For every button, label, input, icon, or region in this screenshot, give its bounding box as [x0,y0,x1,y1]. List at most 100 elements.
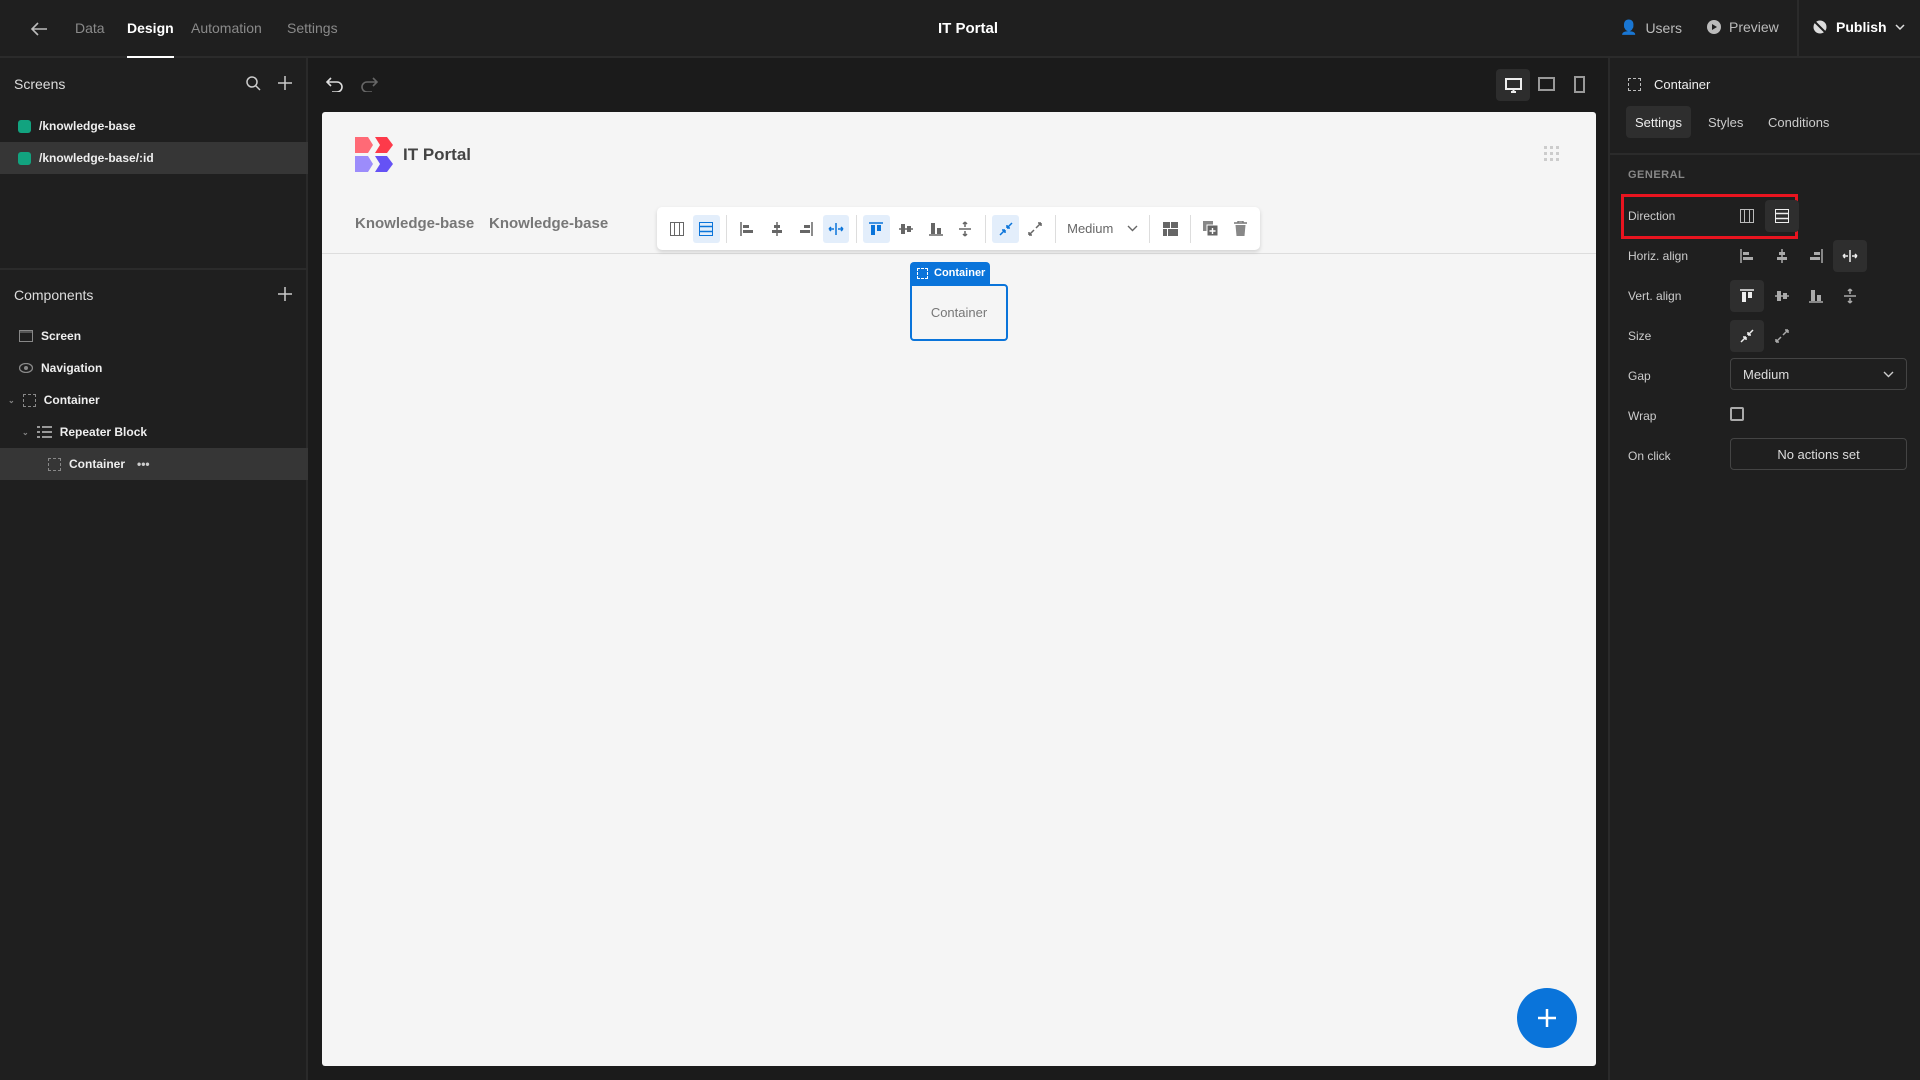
container-text: Container [930,305,988,320]
preview-label: Preview [1729,19,1779,35]
align-left-button[interactable] [1730,240,1764,272]
valign-top-button[interactable] [863,214,890,243]
add-component-icon[interactable] [278,287,292,301]
onclick-actions-button[interactable]: No actions set [1730,438,1907,470]
align-right-icon [1810,249,1823,263]
divider [0,268,308,270]
stretch-horizontal-icon [828,222,844,235]
users-button[interactable]: 👤 Users [1620,19,1682,36]
direction-label: Direction [1628,209,1676,223]
preview-button[interactable]: Preview [1707,19,1779,35]
delete-button[interactable] [1227,215,1254,243]
align-center-button[interactable] [763,215,790,243]
gap-label: Gap [1628,369,1651,383]
gap-select[interactable]: Medium [1730,358,1907,390]
gap-select[interactable]: Medium [1061,221,1144,236]
list-icon [36,425,52,438]
nav-link[interactable]: Knowledge-base [489,215,608,232]
valign-stretch-button[interactable] [952,215,979,243]
align-right-icon [800,221,813,236]
add-screen-icon[interactable] [278,76,292,90]
valign-middle-button[interactable] [1765,280,1799,312]
valign-bottom-icon [1809,290,1823,303]
valign-bottom-button[interactable] [922,215,949,243]
container-icon [48,457,61,471]
trash-icon [1233,221,1247,236]
direction-row-button[interactable] [693,214,720,243]
tab-settings-panel[interactable]: Settings [1626,106,1691,138]
tree-item-repeater-block[interactable]: ⌄ Repeater Block [0,416,308,448]
onclick-label: On click [1628,449,1671,463]
stretch-vertical-icon [959,220,972,237]
left-sidebar: Screens /knowledge-base /knowledge-base/… [0,58,308,1080]
size-grow-button[interactable] [1765,320,1799,352]
align-left-button[interactable] [734,215,761,243]
align-right-button[interactable] [1799,240,1833,272]
tree-label: Navigation [41,361,103,375]
size-shrink-button[interactable] [1730,320,1764,352]
align-right-button[interactable] [793,215,820,243]
valign-stretch-button[interactable] [1833,280,1867,312]
direction-column-button[interactable] [1730,200,1764,232]
preview-canvas: IT Portal Knowledge-base Knowledge-base … [322,112,1596,1066]
stretch-vertical-icon [1844,288,1856,304]
align-stretch-button[interactable] [1833,240,1867,272]
more-options-icon[interactable]: ••• [137,457,150,471]
gap-select-value: Medium [1067,221,1114,236]
drag-grid-icon[interactable] [1544,146,1560,162]
selected-container[interactable]: Container [910,284,1008,341]
size-shrink-button[interactable] [992,214,1020,243]
screen-label: /knowledge-base/:id [39,151,154,165]
size-grow-button[interactable] [1022,215,1049,243]
valign-middle-icon [1775,291,1789,301]
screen-item[interactable]: /knowledge-base [0,110,308,142]
direction-row-button[interactable] [1765,200,1799,232]
vert-align-label: Vert. align [1628,289,1682,303]
align-center-icon [1777,249,1787,263]
valign-middle-button[interactable] [893,215,920,243]
wrap-layout-button[interactable] [1157,215,1184,243]
divider [985,214,986,243]
tree-item-container-selected[interactable]: Container ••• [0,448,308,480]
users-label: Users [1645,19,1682,36]
publish-label: Publish [1836,19,1887,35]
tablet-icon[interactable] [1538,77,1555,91]
align-left-icon [1740,249,1753,263]
redo-icon[interactable] [360,76,378,92]
shrink-icon [1740,329,1754,343]
floating-toolbar: Medium [657,207,1260,250]
undo-icon[interactable] [326,76,344,92]
desktop-view-button[interactable] [1496,69,1530,101]
publish-off-icon [1813,20,1827,34]
tree-item-navigation[interactable]: Navigation [0,352,308,384]
search-icon[interactable] [246,76,261,91]
nav-divider [322,253,1596,254]
valign-top-button[interactable] [1730,280,1764,312]
screen-item[interactable]: /knowledge-base/:id [0,142,308,174]
container-icon [917,267,928,279]
add-component-fab[interactable] [1517,988,1577,1048]
tree-item-container[interactable]: ⌄ Container [0,384,308,416]
mobile-icon[interactable] [1574,76,1585,93]
top-bar: Data Design Automation Settings IT Porta… [0,0,1920,58]
align-stretch-button[interactable] [822,214,850,243]
shrink-icon [999,221,1013,236]
publish-button[interactable]: Publish [1812,19,1905,35]
properties-panel: Container Settings Styles Conditions GEN… [1608,58,1920,1080]
plus-icon [1538,1009,1556,1027]
tree-label: Screen [41,329,82,343]
tree-item-screen[interactable]: Screen [0,320,308,352]
tab-conditions[interactable]: Conditions [1768,115,1829,130]
divider [1189,214,1191,243]
align-center-button[interactable] [1765,240,1799,272]
duplicate-button[interactable] [1197,215,1224,243]
screen-status-icon [18,119,31,133]
valign-bottom-button[interactable] [1799,280,1833,312]
divider [726,214,728,243]
wrap-checkbox[interactable] [1730,407,1744,421]
chevron-down-icon: ⌄ [8,395,15,405]
nav-link[interactable]: Knowledge-base [355,215,474,232]
components-heading: Components [14,287,94,303]
tab-styles[interactable]: Styles [1708,115,1743,130]
direction-column-button[interactable] [664,215,691,243]
